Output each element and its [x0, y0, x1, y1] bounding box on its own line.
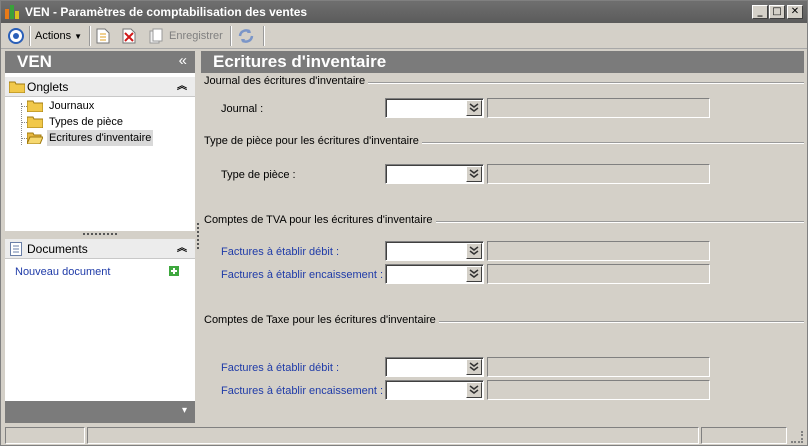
taxe-debit-label[interactable]: Factures à établir débit :: [221, 361, 339, 375]
status-bar: [1, 425, 807, 445]
open-folder-icon: [26, 132, 44, 145]
status-cell: [701, 427, 787, 444]
panel-splitter[interactable]: [5, 231, 195, 239]
chevron-down-icon[interactable]: [466, 359, 482, 375]
chevron-down-icon[interactable]: [466, 382, 482, 398]
chevron-down-icon[interactable]: [466, 266, 482, 282]
left-panel-title: VEN: [17, 52, 52, 71]
vertical-splitter[interactable]: [197, 223, 199, 249]
chevron-up-icon[interactable]: ︽: [177, 79, 187, 95]
application-window: VEN - Paramètres de comptabilisation des…: [0, 0, 808, 446]
title-bar[interactable]: VEN - Paramètres de comptabilisation des…: [1, 1, 807, 23]
tva-debit-combo[interactable]: [385, 241, 484, 261]
tab-label: Types de pièce: [49, 116, 123, 128]
taxe-encaissement-combo[interactable]: [385, 380, 484, 400]
copy-icon[interactable]: [149, 28, 163, 48]
group-title: Journal des écritures d'inventaire: [204, 75, 369, 87]
piece-description: [487, 164, 710, 184]
new-document-icon[interactable]: [96, 28, 110, 48]
folder-icon: [26, 116, 44, 129]
tva-encaissement-combo[interactable]: [385, 264, 484, 284]
page-title: Ecritures d'inventaire: [201, 51, 804, 73]
journal-combo[interactable]: [385, 98, 484, 118]
refresh-icon[interactable]: [237, 27, 255, 47]
tab-label: Ecritures d'inventaire: [47, 130, 154, 146]
chevron-down-icon[interactable]: [466, 166, 482, 182]
left-panel-header: VEN «: [5, 51, 195, 73]
piece-label: Type de pièce :: [221, 169, 296, 181]
documents-section-label: Documents: [27, 242, 88, 256]
piece-group: Type de pièce pour les écritures d'inven…: [204, 135, 804, 149]
journal-group: Journal des écritures d'inventaire: [204, 75, 804, 89]
taxe-encaissement-description: [487, 380, 710, 400]
tva-encaissement-label[interactable]: Factures à établir encaissement :: [221, 268, 383, 282]
window-title: VEN - Paramètres de comptabilisation des…: [25, 5, 308, 19]
actions-label: Actions: [35, 30, 72, 42]
tab-label: Journaux: [49, 100, 95, 112]
add-icon[interactable]: [169, 266, 179, 279]
tva-debit-description: [487, 241, 710, 261]
tva-debit-label[interactable]: Factures à établir débit :: [221, 245, 339, 259]
piece-combo[interactable]: [385, 164, 484, 184]
group-title: Comptes de Taxe pour les écritures d'inv…: [204, 314, 439, 326]
delete-icon[interactable]: [122, 28, 136, 48]
maximize-button[interactable]: □: [769, 5, 785, 19]
close-button[interactable]: ✕: [787, 5, 803, 19]
chevron-down-icon[interactable]: ▾: [182, 405, 187, 416]
group-title: Comptes de TVA pour les écritures d'inve…: [204, 214, 436, 226]
folder-icon: [8, 81, 26, 96]
chevron-down-icon[interactable]: [466, 100, 482, 116]
taxe-group: Comptes de Taxe pour les écritures d'inv…: [204, 314, 804, 328]
app-icon: [5, 5, 19, 19]
taxe-debit-description: [487, 357, 710, 377]
journal-description: [487, 98, 710, 118]
new-document-link[interactable]: Nouveau document: [15, 265, 110, 279]
left-panel-footer[interactable]: ▾: [5, 401, 195, 423]
documents-section-header[interactable]: Documents ︽: [5, 239, 195, 259]
collapse-panel-button[interactable]: «: [179, 51, 187, 71]
resize-grip-icon[interactable]: [791, 431, 803, 443]
tabs-section-header[interactable]: Onglets ︽: [5, 77, 195, 97]
save-button[interactable]: Enregistrer: [169, 26, 223, 46]
chevron-down-icon[interactable]: [466, 243, 482, 259]
journal-label: Journal :: [221, 103, 264, 115]
toolbar: Actions ▼ Enregistrer: [1, 23, 807, 49]
left-panel: VEN « Onglets ︽ Journaux Types de pièce …: [5, 51, 195, 423]
taxe-debit-combo[interactable]: [385, 357, 484, 377]
actions-menu-button[interactable]: Actions ▼: [35, 26, 82, 46]
document-icon: [10, 242, 22, 259]
folder-icon: [26, 100, 44, 113]
circle-target-icon[interactable]: [7, 27, 25, 47]
tva-encaissement-description: [487, 264, 710, 284]
status-cell: [5, 427, 85, 444]
minimize-button[interactable]: _: [752, 5, 768, 19]
dropdown-arrow-icon: ▼: [74, 32, 83, 41]
tva-group: Comptes de TVA pour les écritures d'inve…: [204, 214, 804, 228]
group-title: Type de pièce pour les écritures d'inven…: [204, 135, 422, 147]
taxe-encaissement-label[interactable]: Factures à établir encaissement :: [221, 384, 383, 398]
chevron-up-icon[interactable]: ︽: [177, 241, 187, 257]
status-cell: [87, 427, 699, 444]
tabs-section-label: Onglets: [27, 80, 69, 94]
